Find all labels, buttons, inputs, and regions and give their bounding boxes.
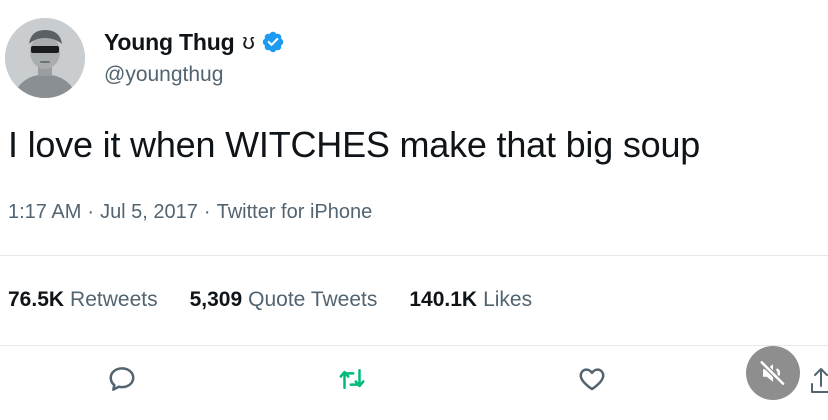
author-display-name[interactable]: Young Thug <box>104 29 235 56</box>
tweet-date[interactable]: Jul 5, 2017 <box>100 201 198 223</box>
mute-button[interactable] <box>746 346 800 400</box>
like-button[interactable] <box>575 362 609 396</box>
share-button[interactable] <box>806 364 828 398</box>
author-name-glyph: ʊ <box>242 29 255 54</box>
mute-icon <box>759 359 786 387</box>
divider <box>0 345 828 346</box>
verified-badge-icon <box>262 31 284 53</box>
retweets-stat[interactable]: 76.5K Retweets <box>8 288 158 312</box>
meta-separator: · <box>203 201 211 223</box>
author-handle[interactable]: @youngthug <box>104 63 223 87</box>
tweet-stats: 76.5K Retweets 5,309 Quote Tweets 140.1K… <box>8 288 532 312</box>
likes-label: Likes <box>483 288 533 311</box>
tweet-time[interactable]: 1:17 AM <box>8 201 81 223</box>
quotes-stat[interactable]: 5,309 Quote Tweets <box>190 288 378 312</box>
retweets-count: 76.5K <box>8 288 65 311</box>
likes-stat[interactable]: 140.1K Likes <box>409 288 532 312</box>
likes-count: 140.1K <box>409 288 478 311</box>
reply-icon <box>109 367 135 391</box>
like-icon <box>579 368 605 391</box>
quotes-count: 5,309 <box>189 288 243 311</box>
reply-button[interactable] <box>105 362 139 396</box>
quotes-label: Quote Tweets <box>248 288 378 311</box>
tweet-card: Young Thug ʊ @youngthug I love it when W… <box>0 0 828 420</box>
author-name-row: Young Thug ʊ <box>104 28 285 56</box>
tweet-meta: 1:17 AM · Jul 5, 2017 · Twitter for iPhone <box>8 201 372 224</box>
retweet-icon <box>339 369 365 389</box>
retweets-label: Retweets <box>70 288 158 311</box>
divider <box>0 255 828 256</box>
avatar-image <box>5 18 85 98</box>
meta-separator: · <box>87 201 95 223</box>
tweet-source[interactable]: Twitter for iPhone <box>217 201 373 223</box>
avatar[interactable] <box>5 18 85 98</box>
retweet-button[interactable] <box>335 362 369 396</box>
share-icon <box>811 368 828 393</box>
tweet-text: I love it when WITCHES make that big sou… <box>8 124 701 165</box>
